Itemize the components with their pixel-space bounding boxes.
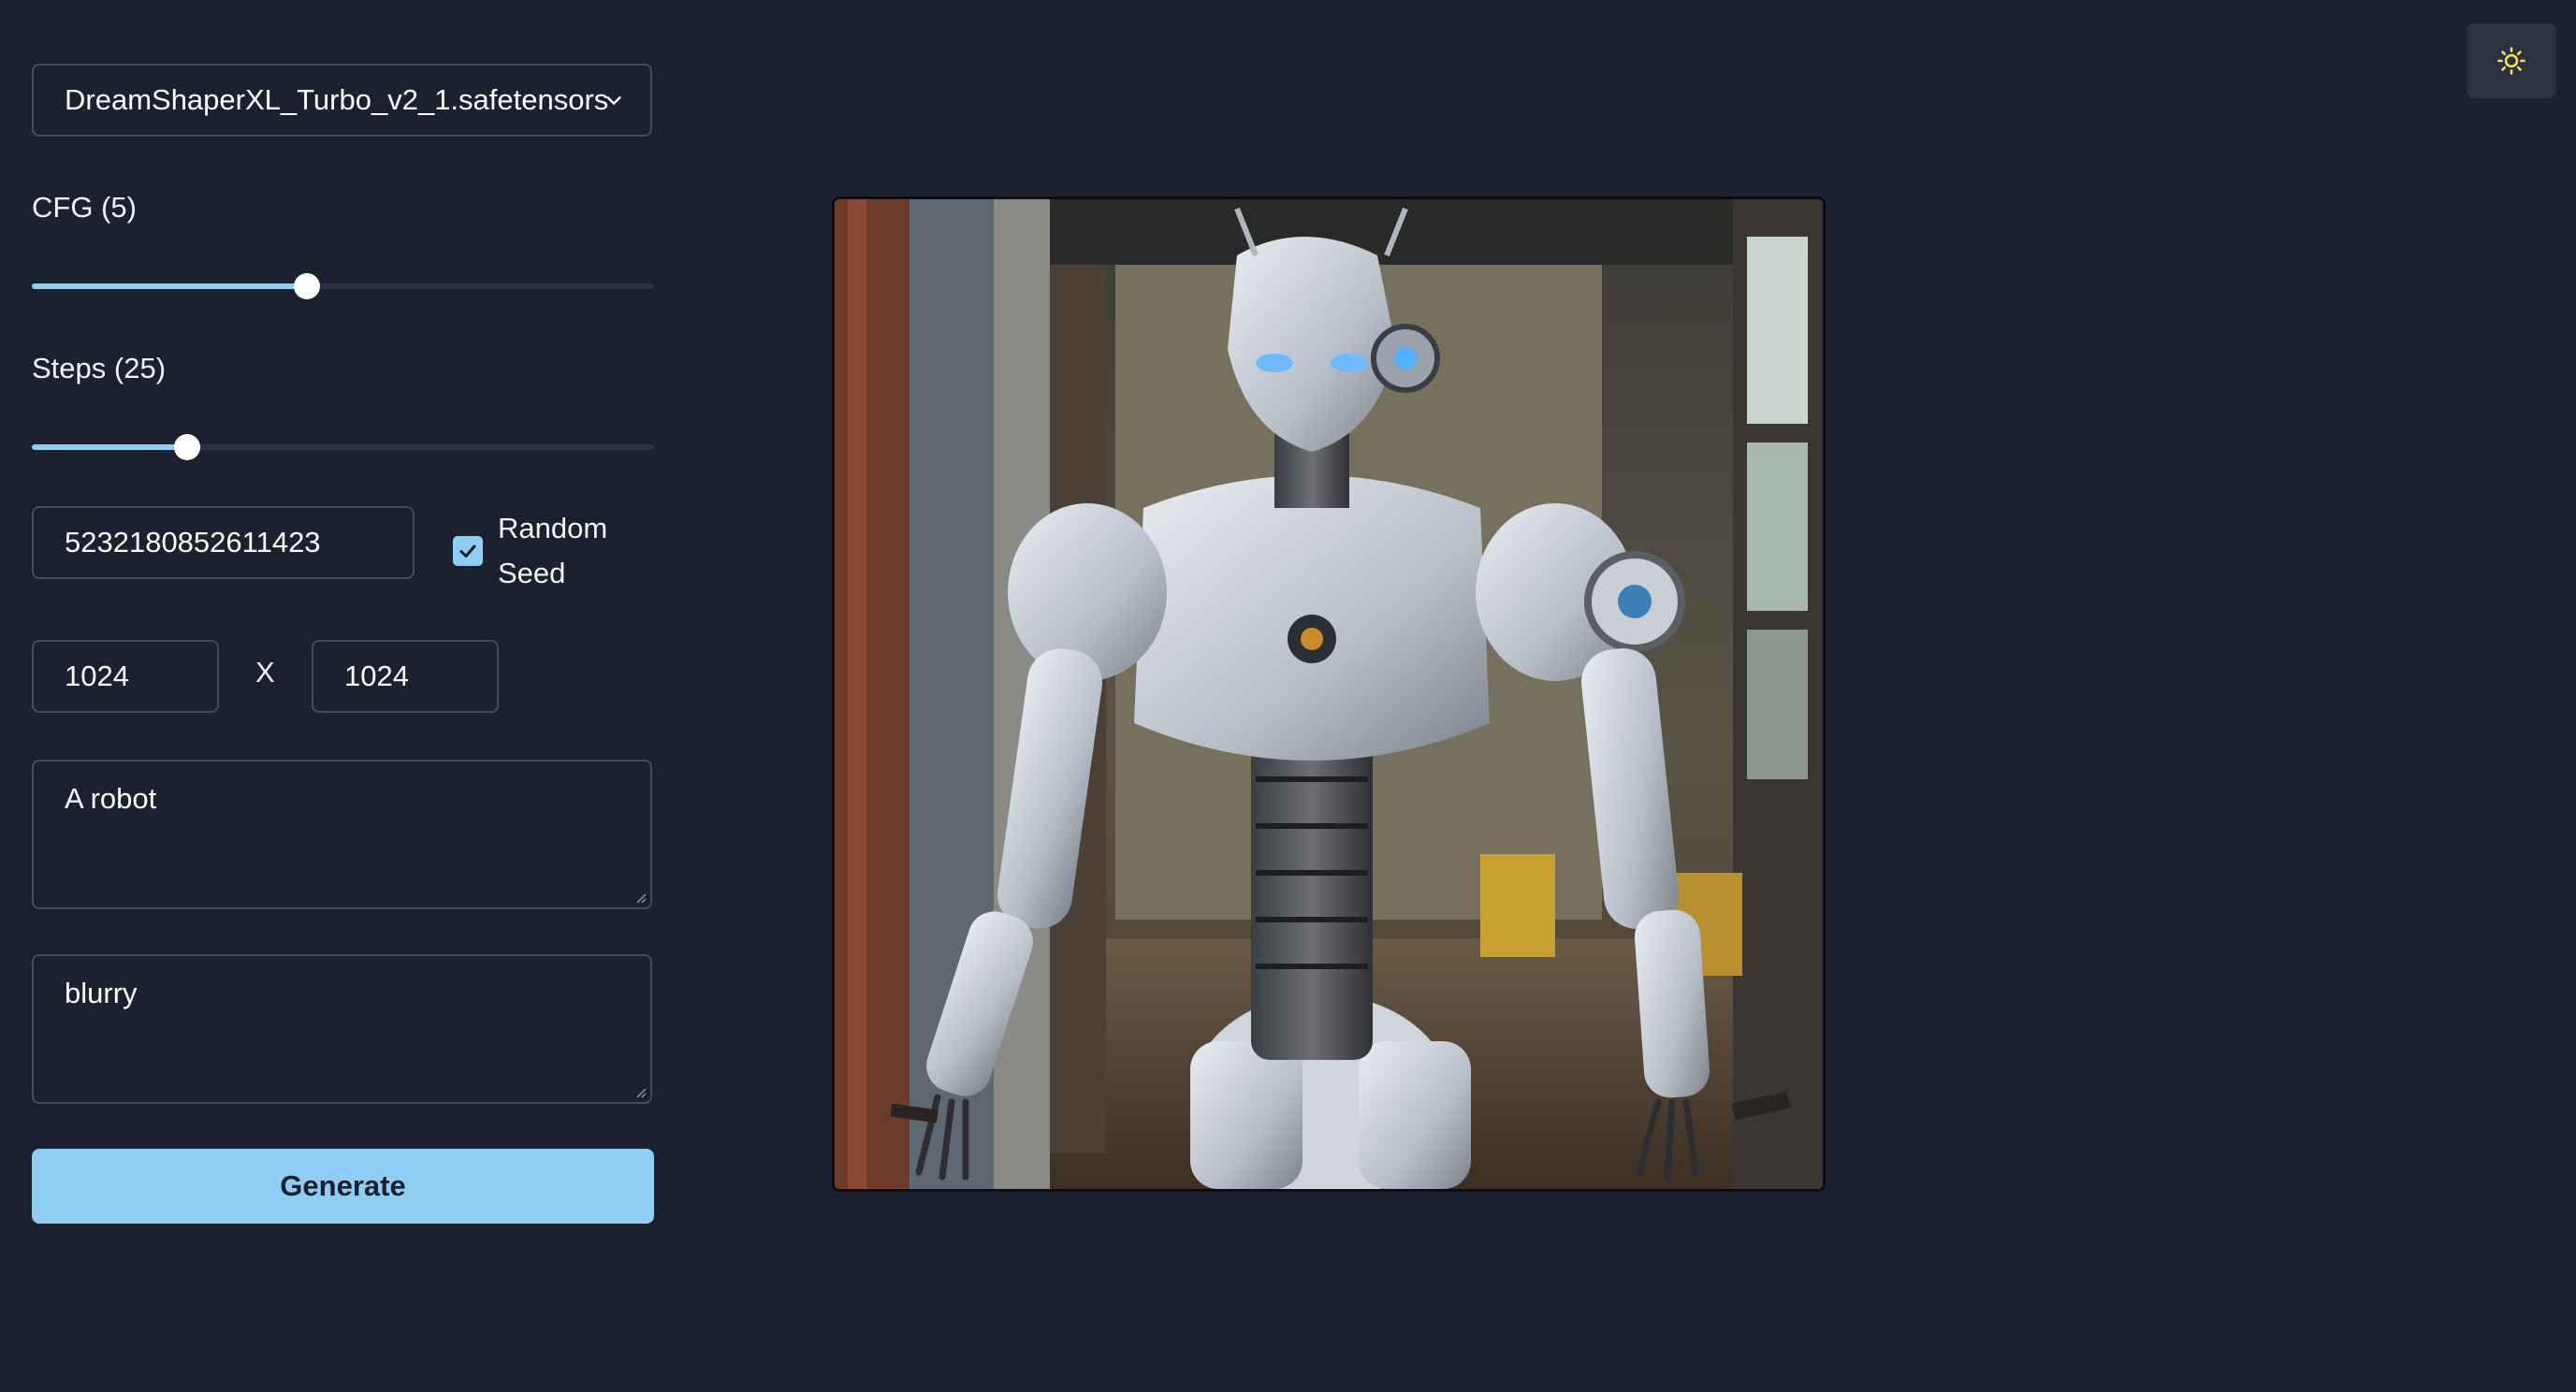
checkmark-icon	[459, 544, 476, 558]
resize-grip-icon[interactable]	[633, 1085, 647, 1098]
model-select-value: DreamShaperXL_Turbo_v2_1.safetensors	[65, 83, 609, 116]
chevron-down-icon	[606, 96, 621, 105]
seed-input[interactable]: 5232180852611423	[32, 506, 415, 579]
cfg-slider-fill	[32, 283, 308, 289]
random-seed-checkbox[interactable]	[453, 536, 483, 566]
steps-slider-thumb[interactable]	[174, 434, 201, 460]
negative-prompt-textarea[interactable]: blurry	[32, 954, 652, 1104]
generate-button[interactable]: Generate	[32, 1149, 654, 1224]
prompt-value: A robot	[65, 782, 157, 815]
cfg-label: CFG (5)	[32, 191, 137, 224]
generate-button-label: Generate	[280, 1169, 406, 1202]
height-value: 1024	[344, 660, 409, 692]
generated-image	[832, 196, 1826, 1192]
height-input[interactable]: 1024	[312, 640, 499, 713]
seed-value: 5232180852611423	[65, 526, 321, 558]
cfg-slider-thumb[interactable]	[294, 273, 321, 299]
model-select[interactable]: DreamShaperXL_Turbo_v2_1.safetensors	[32, 64, 652, 137]
steps-label: Steps (25)	[32, 352, 167, 384]
prompt-textarea[interactable]: A robot	[32, 760, 652, 909]
cfg-slider[interactable]	[32, 271, 654, 301]
resize-grip-icon[interactable]	[633, 891, 647, 904]
theme-toggle-button[interactable]	[2467, 23, 2556, 98]
size-separator: X	[255, 656, 275, 689]
random-seed-label[interactable]: Random Seed	[498, 506, 629, 596]
steps-slider[interactable]	[32, 432, 654, 462]
width-value: 1024	[65, 660, 129, 692]
negative-prompt-value: blurry	[65, 977, 138, 1009]
sun-icon	[2497, 47, 2525, 75]
robot-image	[835, 199, 1823, 1189]
width-input[interactable]: 1024	[32, 640, 219, 713]
steps-slider-fill	[32, 444, 188, 450]
